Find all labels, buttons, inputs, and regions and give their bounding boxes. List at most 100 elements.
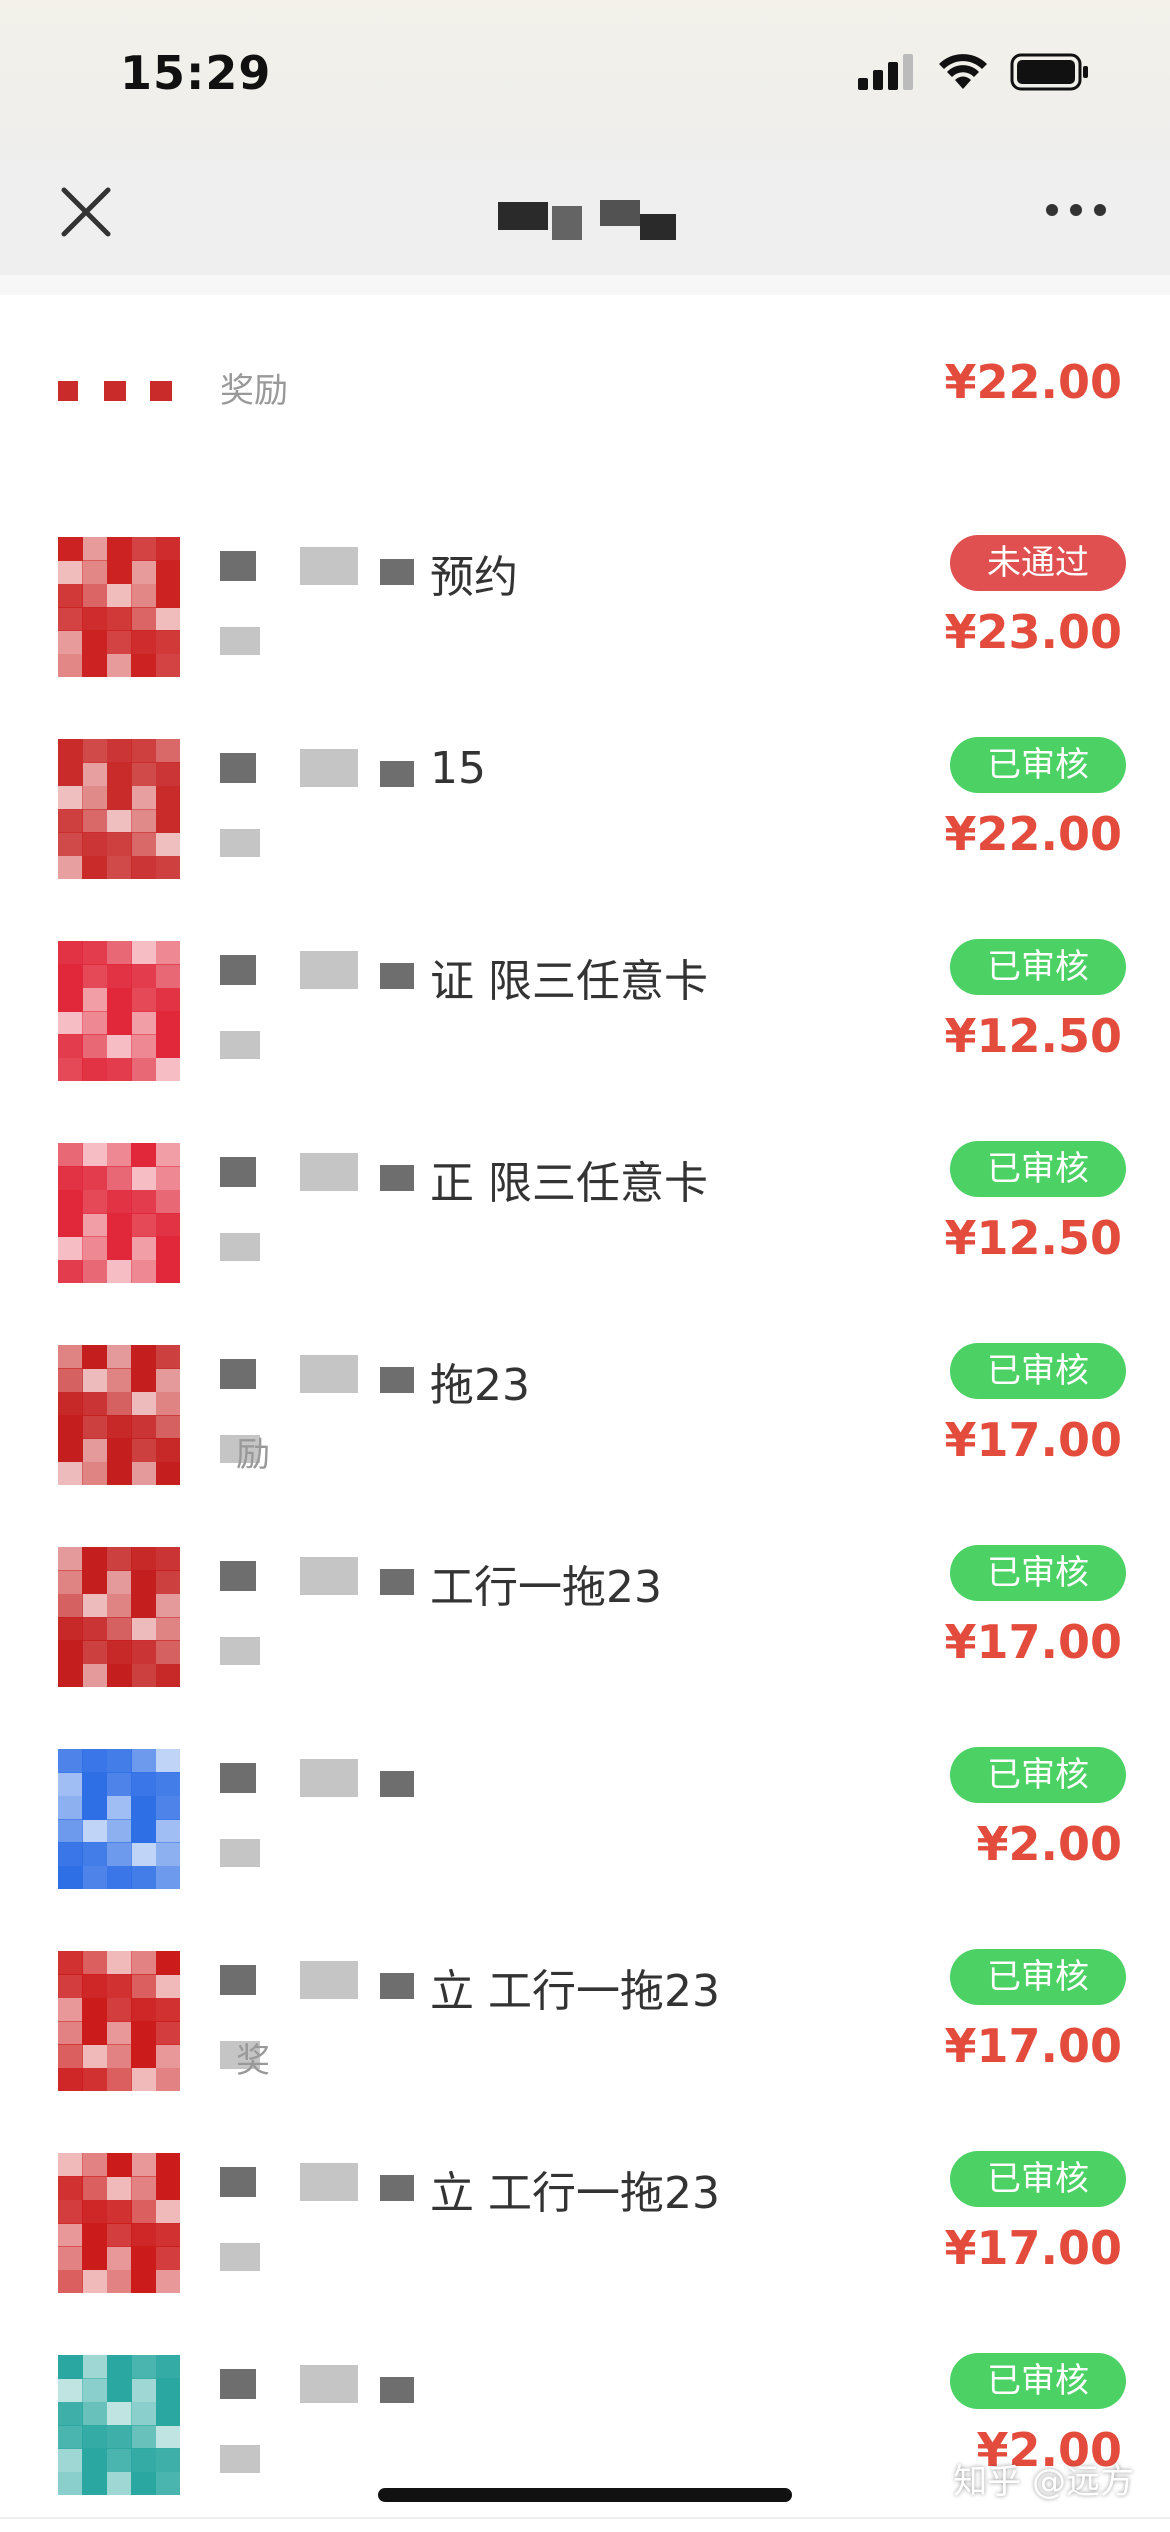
thumbnail-pixel [82,1951,108,1975]
thumbnail-pixel [58,1749,83,1773]
thumbnail-pixel [58,1951,83,1975]
thumbnail-pixel [58,1368,83,1393]
redaction-block [220,551,256,581]
thumbnail-pixel [106,2378,132,2403]
thumbnail-pixel [106,1391,132,1416]
thumbnail-pixel [106,1057,132,1081]
mini-program-top-bar [0,160,1170,275]
redaction-block [300,1557,358,1595]
thumbnail-pixel [131,1213,157,1237]
thumbnail-pixel [155,2425,180,2449]
thumbnail-pixel [58,1461,83,1485]
thumbnail-pixel [58,1236,83,1261]
thumbnail-pixel [58,2044,83,2069]
thumbnail-pixel [82,1640,108,1665]
thumbnail-pixel [155,832,180,857]
item-thumbnail [58,941,180,1081]
thumbnail-pixel [155,1749,180,1773]
thumbnail-pixel [82,1547,108,1571]
thumbnail-pixel [106,2199,132,2224]
redaction-block [300,1961,358,1999]
thumbnail-pixel [82,2378,108,2403]
list-item[interactable]: 15 已审核 ¥22.00 [0,699,1170,903]
redaction-block [220,1233,260,1261]
thumbnail-pixel [131,1057,157,1081]
item-thumbnail [58,365,180,403]
thumbnail-pixel [131,1011,157,1035]
thumbnail-pixel [106,2425,132,2449]
thumbnail-pixel [155,1842,180,1867]
list-item[interactable]: 正 限三任意卡 已审核 ¥12.50 [0,1103,1170,1307]
thumbnail-pixel [106,809,132,833]
list-item[interactable]: 拖23 励 已审核 ¥17.00 [0,1305,1170,1509]
thumbnail-pixel [131,941,157,965]
thumbnail-pixel [82,2425,108,2449]
thumbnail-pixel [106,987,132,1012]
list-item-partial[interactable]: 奖励 ¥22.00 [0,295,1170,499]
thumbnail-pixel [82,964,108,989]
redaction-block [300,1355,358,1393]
thumbnail-pixel [155,1143,180,1167]
thumbnail-pixel [155,964,180,989]
list-item[interactable]: 工行一拖23 已审核 ¥17.00 [0,1507,1170,1711]
more-options-icon[interactable] [1036,190,1116,230]
thumbnail-pixel [106,583,132,608]
home-indicator[interactable] [378,2488,792,2502]
thumbnail-pixel [82,1345,108,1369]
thumbnail-pixel [155,941,180,965]
thumbnail-pixel [131,1415,157,1439]
thumbnail-pixel [155,1236,180,1261]
list-item[interactable]: 立 工行一拖23 奖 已审核 ¥17.00 [0,1911,1170,2115]
thumbnail-pixel [106,560,132,585]
list-item[interactable]: 已审核 ¥2.00 [0,1709,1170,1913]
thumbnail-pixel [155,1640,180,1665]
thumbnail-pixel [58,1166,83,1191]
close-icon[interactable] [56,182,116,242]
thumbnail-pixel [58,2269,83,2293]
thumbnail-pixel [58,1865,83,1889]
redaction-block [220,1839,260,1867]
redaction-block [220,1561,256,1591]
thumbnail-pixel [106,1547,132,1571]
thumbnail-pixel [82,1772,108,1797]
item-price: ¥22.00 [944,355,1122,409]
thumbnail-pixel [155,739,180,763]
thumbnail-pixel [58,1213,83,1237]
thumbnail-pixel [106,1997,132,2022]
thumbnail-pixel [131,1438,157,1463]
thumbnail-pixel [106,1034,132,1059]
list-item[interactable]: 证 限三任意卡 已审核 ¥12.50 [0,901,1170,1105]
redaction-block [220,1637,260,1665]
thumbnail-pixel [58,560,83,585]
thumbnail-pixel [82,1795,108,1820]
redaction-block [300,951,358,989]
battery-icon [1010,53,1088,91]
thumbnail-pixel [82,832,108,857]
thumbnail-pixel [131,2021,157,2045]
status-time: 15:29 [120,46,272,100]
thumbnail-pixel [131,653,157,677]
thumbnail-pixel [58,739,83,763]
thumbnail-pixel [82,2448,108,2473]
thumbnail-pixel [131,2176,157,2201]
thumbnail-pixel [155,537,180,561]
thumbnail-pixel [58,1259,83,1283]
thumbnail-pixel [82,1438,108,1463]
thumbnail-pixel [58,1974,83,1999]
thumbnail-pixel [155,2471,180,2495]
list-item[interactable]: 立 工行一拖23 已审核 ¥17.00 [0,2113,1170,2317]
thumbnail-pixel [106,2355,132,2379]
thumbnail-pixel [131,1034,157,1059]
thumbnail-pixel [155,2269,180,2293]
thumbnail-pixel [82,1259,108,1283]
thumbnail-pixel [82,855,108,879]
status-badge: 已审核 [950,2353,1126,2409]
thumbnail-pixel [131,809,157,833]
thumbnail-pixel [82,1057,108,1081]
thumbnail-pixel [155,1865,180,1889]
list-item[interactable]: 预约 未通过 ¥23.00 [0,497,1170,701]
thumbnail-pixel [58,583,83,608]
thumbnail-pixel [82,1391,108,1416]
thumbnail-pixel [155,2355,180,2379]
status-badge: 已审核 [950,1949,1126,2005]
